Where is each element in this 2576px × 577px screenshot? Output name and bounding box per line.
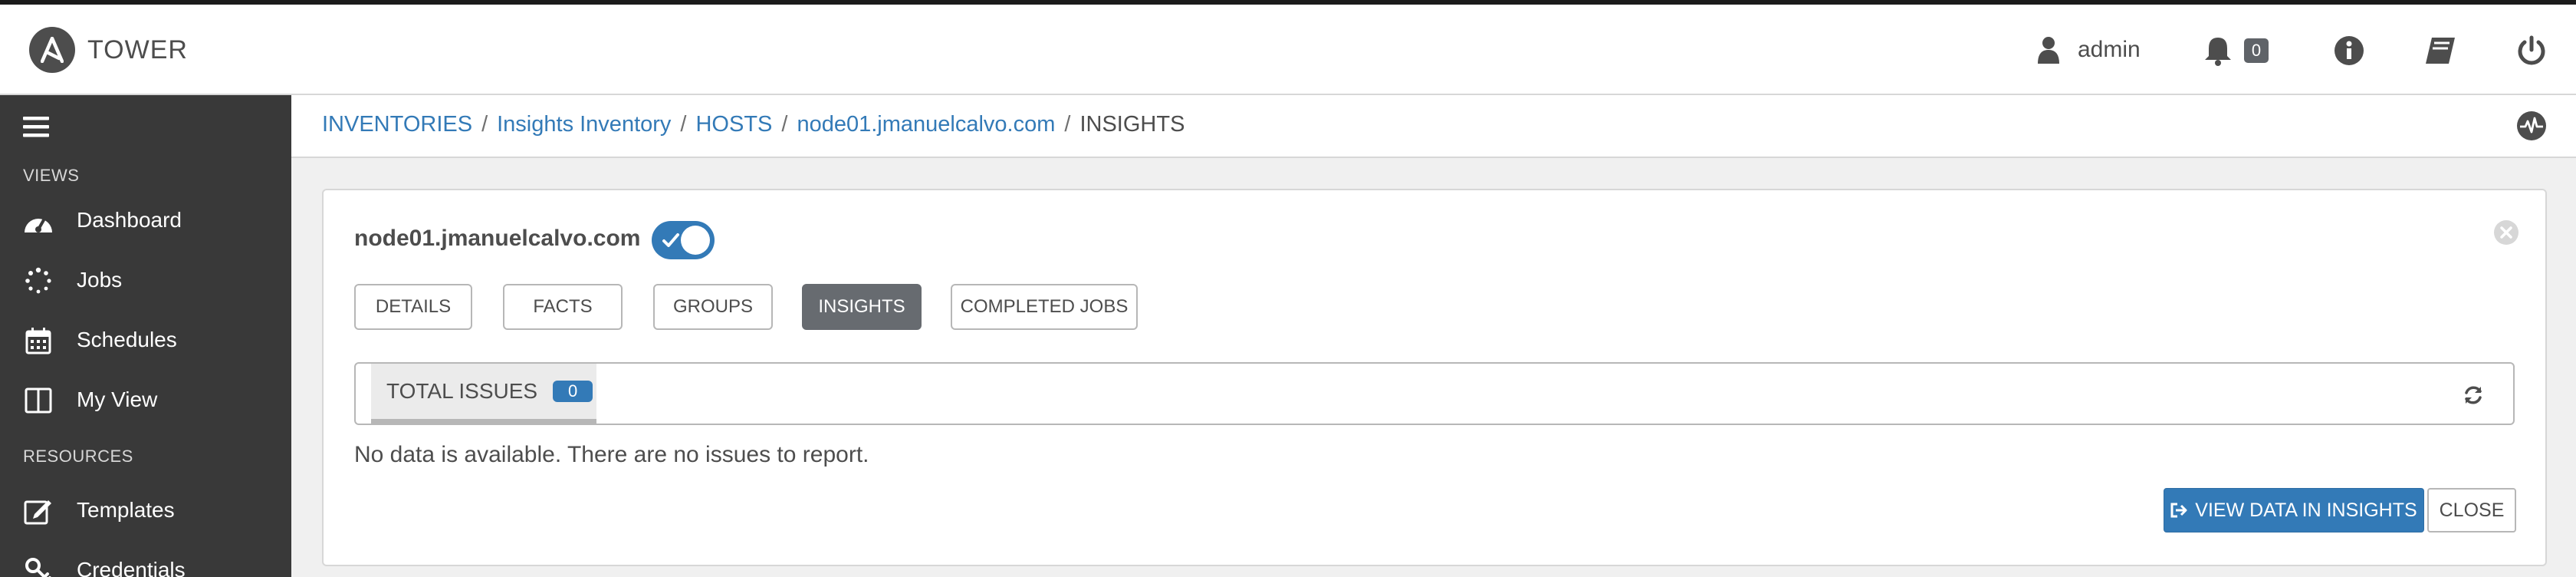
breadcrumb-current: INSIGHTS (1079, 112, 1185, 137)
app-header: TOWER admin 0 (0, 5, 2576, 95)
issues-filter-bar: TOTAL ISSUES 0 (354, 362, 2515, 425)
calendar-icon (23, 325, 54, 356)
jobs-spinner-icon (23, 265, 54, 296)
user-menu[interactable]: admin (2038, 36, 2141, 64)
host-name-title: node01.jmanuelcalvo.com (354, 226, 641, 251)
breadcrumb-inventory-link[interactable]: Insights Inventory (497, 112, 671, 137)
sidebar-item-jobs[interactable]: Jobs (0, 253, 291, 307)
sidebar-item-label: Credentials (77, 558, 186, 577)
tab-completed-jobs[interactable]: COMPLETED JOBS (951, 284, 1138, 330)
username: admin (2078, 37, 2141, 62)
sign-out-icon (2170, 503, 2187, 518)
total-issues-tab[interactable]: TOTAL ISSUES 0 (371, 364, 596, 425)
tab-facts[interactable]: FACTS (503, 284, 623, 330)
breadcrumb-bar: INVENTORIES / Insights Inventory / HOSTS… (291, 95, 2576, 158)
sidebar-item-templates[interactable]: Templates (0, 483, 291, 537)
sidebar-item-label: My View (77, 387, 158, 411)
activity-stream-button[interactable] (2516, 110, 2547, 145)
total-issues-count-badge: 0 (553, 381, 593, 402)
view-data-in-insights-label: VIEW DATA IN INSIGHTS (2195, 499, 2417, 521)
edit-icon (23, 496, 54, 526)
sidebar-item-credentials[interactable]: Credentials (0, 543, 291, 577)
host-enabled-toggle[interactable] (652, 221, 715, 259)
host-insights-panel: node01.jmanuelcalvo.com DETAILS FACTS GR… (322, 189, 2547, 566)
breadcrumb-separator: / (781, 112, 788, 137)
key-icon (23, 556, 54, 577)
view-data-in-insights-button[interactable]: VIEW DATA IN INSIGHTS (2164, 488, 2424, 532)
tab-insights[interactable]: INSIGHTS (802, 284, 922, 330)
menu-toggle-button[interactable] (23, 115, 49, 142)
activity-stream-icon (2517, 111, 2546, 140)
notification-count-badge: 0 (2244, 38, 2269, 63)
sidebar-item-label: Jobs (77, 268, 123, 292)
brand-name: TOWER (87, 35, 188, 64)
info-icon (2334, 36, 2364, 65)
tab-groups[interactable]: GROUPS (653, 284, 773, 330)
close-button[interactable]: CLOSE (2427, 488, 2516, 532)
breadcrumb-host-link[interactable]: node01.jmanuelcalvo.com (797, 112, 1055, 137)
section-views-label: VIEWS (23, 166, 80, 185)
breadcrumb: INVENTORIES / Insights Inventory / HOSTS… (322, 112, 1184, 137)
user-icon (2038, 37, 2059, 64)
refresh-button[interactable] (2463, 384, 2484, 410)
hamburger-icon (23, 117, 49, 137)
no-data-message: No data is available. There are no issue… (354, 442, 869, 467)
sidebar-item-dashboard[interactable]: Dashboard (0, 193, 291, 247)
breadcrumb-inventories-link[interactable]: INVENTORIES (322, 112, 472, 137)
tab-details[interactable]: DETAILS (354, 284, 472, 330)
section-resources-label: RESOURCES (23, 447, 133, 466)
total-issues-label: TOTAL ISSUES (386, 379, 538, 403)
sidebar-item-my-view[interactable]: My View (0, 373, 291, 427)
notifications-button[interactable]: 0 (2203, 35, 2269, 66)
sidebar-item-label: Dashboard (77, 208, 182, 232)
book-icon (2426, 38, 2455, 64)
ansible-logo-icon (29, 27, 75, 73)
documentation-button[interactable] (2424, 35, 2456, 66)
close-circle-icon (2494, 220, 2518, 245)
breadcrumb-separator: / (680, 112, 687, 137)
sidebar-item-label: Templates (77, 498, 175, 522)
sidebar-item-label: Schedules (77, 328, 177, 351)
check-icon (662, 233, 679, 247)
close-panel-button[interactable] (2493, 219, 2519, 249)
bell-icon (2205, 38, 2231, 66)
breadcrumb-separator: / (1064, 112, 1071, 137)
toggle-knob (681, 226, 710, 255)
sidebar-item-schedules[interactable]: Schedules (0, 313, 291, 367)
dashboard-icon (23, 206, 54, 236)
about-button[interactable] (2334, 35, 2364, 66)
power-icon (2518, 35, 2545, 65)
logout-button[interactable] (2516, 35, 2547, 66)
breadcrumb-separator: / (481, 112, 488, 137)
breadcrumb-hosts-link[interactable]: HOSTS (695, 112, 772, 137)
columns-icon (23, 385, 54, 416)
sidebar: VIEWS Dashboard Jobs Schedules My View R… (0, 95, 291, 577)
refresh-icon (2465, 386, 2482, 404)
tower-logo[interactable]: TOWER (29, 27, 188, 73)
